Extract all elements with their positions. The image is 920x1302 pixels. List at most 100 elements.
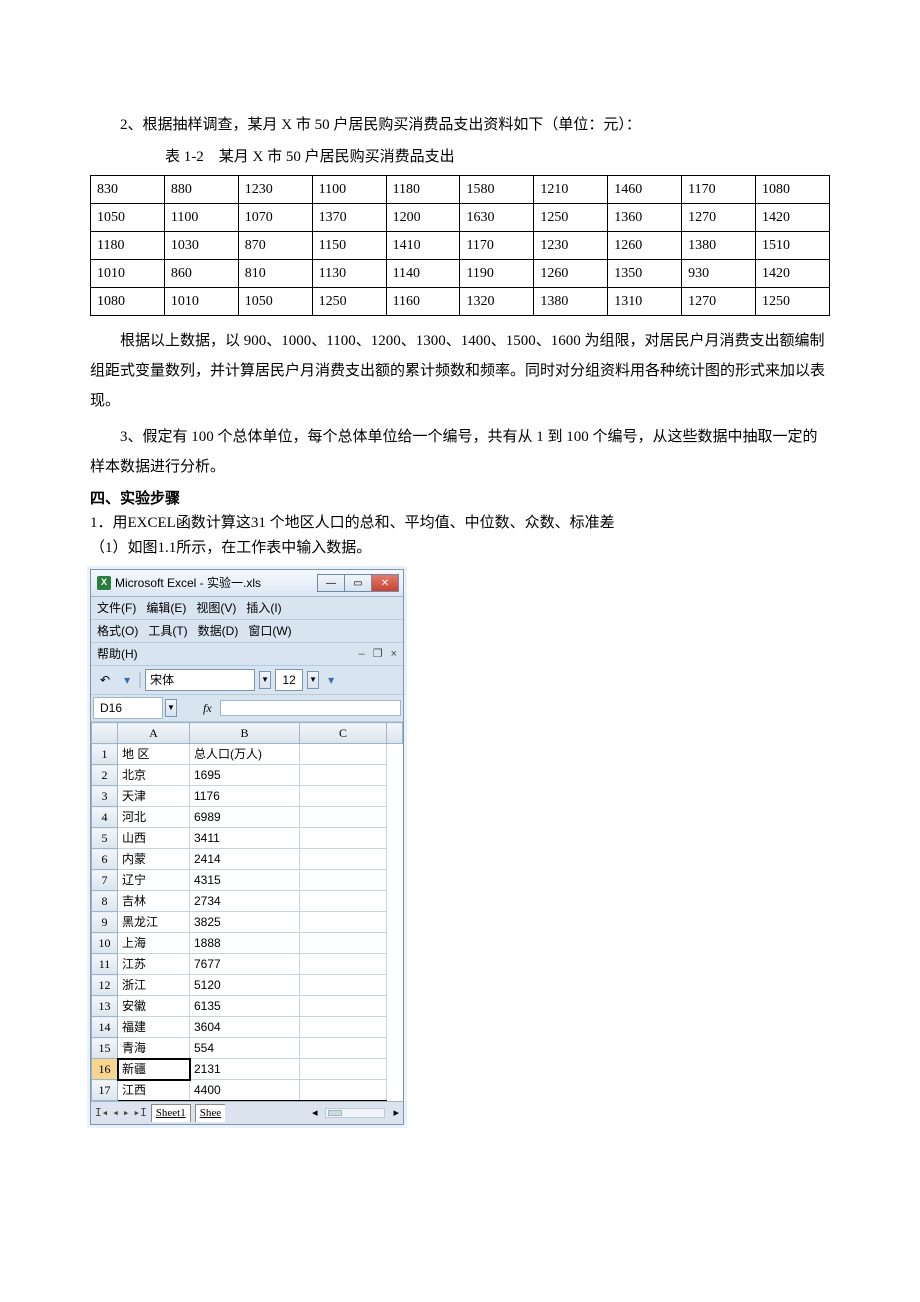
cell[interactable]: 天津 bbox=[118, 786, 190, 807]
cell[interactable]: 2131 bbox=[190, 1059, 300, 1080]
cell[interactable]: 山西 bbox=[118, 828, 190, 849]
row-header[interactable]: 5 bbox=[92, 828, 118, 849]
fx-label[interactable]: fx bbox=[177, 699, 218, 717]
cell[interactable] bbox=[300, 996, 387, 1017]
row-header[interactable]: 11 bbox=[92, 954, 118, 975]
menu-data[interactable]: 数据(D) bbox=[198, 622, 239, 640]
row-header[interactable]: 15 bbox=[92, 1038, 118, 1059]
cell[interactable]: 总人口(万人) bbox=[190, 744, 300, 765]
cell[interactable]: 江苏 bbox=[118, 954, 190, 975]
cell[interactable] bbox=[300, 765, 387, 786]
cell[interactable] bbox=[300, 786, 387, 807]
cell[interactable]: 黑龙江 bbox=[118, 912, 190, 933]
cell[interactable] bbox=[300, 933, 387, 954]
vertical-scrollbar[interactable] bbox=[387, 723, 403, 744]
doc-restore-icon[interactable]: ❐ bbox=[373, 646, 383, 663]
cell[interactable]: 4400 bbox=[190, 1080, 300, 1101]
cell[interactable]: 江西 bbox=[118, 1080, 190, 1101]
row-header[interactable]: 12 bbox=[92, 975, 118, 996]
font-size-select[interactable]: 12 bbox=[275, 669, 303, 691]
name-box[interactable]: D16 bbox=[93, 697, 163, 719]
row-header[interactable]: 4 bbox=[92, 807, 118, 828]
tab-nav-prev-icon[interactable]: ◂ bbox=[112, 1105, 119, 1122]
font-name-dropdown-icon[interactable]: ▼ bbox=[259, 671, 271, 689]
minimize-button[interactable]: — bbox=[317, 574, 345, 592]
cell[interactable]: 6135 bbox=[190, 996, 300, 1017]
cell[interactable]: 北京 bbox=[118, 765, 190, 786]
cell[interactable] bbox=[300, 870, 387, 891]
cell[interactable] bbox=[300, 954, 387, 975]
row-header[interactable]: 13 bbox=[92, 996, 118, 1017]
cell[interactable]: 5120 bbox=[190, 975, 300, 996]
cell[interactable]: 7677 bbox=[190, 954, 300, 975]
row-header[interactable]: 16 bbox=[92, 1059, 118, 1080]
sheet-tab-2[interactable]: Shee bbox=[195, 1104, 225, 1122]
menu-file[interactable]: 文件(F) bbox=[97, 599, 136, 617]
name-box-dropdown-icon[interactable]: ▼ bbox=[165, 699, 177, 717]
row-header[interactable]: 7 bbox=[92, 870, 118, 891]
font-size-dropdown-icon[interactable]: ▼ bbox=[307, 671, 319, 689]
undo-icon[interactable]: ↶ bbox=[95, 669, 115, 691]
hscroll-right-icon[interactable]: ▸ bbox=[393, 1105, 399, 1122]
row-header[interactable]: 9 bbox=[92, 912, 118, 933]
maximize-button[interactable]: ▭ bbox=[344, 574, 372, 592]
cell[interactable]: 新疆 bbox=[118, 1059, 190, 1080]
cell[interactable]: 4315 bbox=[190, 870, 300, 891]
menu-edit[interactable]: 编辑(E) bbox=[146, 599, 186, 617]
doc-minimize-icon[interactable]: – bbox=[359, 646, 365, 663]
row-header[interactable]: 2 bbox=[92, 765, 118, 786]
cell[interactable] bbox=[300, 828, 387, 849]
cell[interactable] bbox=[300, 807, 387, 828]
menu-view[interactable]: 视图(V) bbox=[196, 599, 236, 617]
cell[interactable] bbox=[300, 1059, 387, 1080]
cell[interactable]: 2414 bbox=[190, 849, 300, 870]
tab-nav-first-icon[interactable]: I◂ bbox=[95, 1105, 108, 1122]
row-header[interactable]: 14 bbox=[92, 1017, 118, 1038]
cell[interactable]: 1695 bbox=[190, 765, 300, 786]
close-button[interactable]: ✕ bbox=[371, 574, 399, 592]
col-header-c[interactable]: C bbox=[300, 723, 387, 744]
formula-bar[interactable] bbox=[220, 700, 401, 716]
cell[interactable]: 2734 bbox=[190, 891, 300, 912]
toolbar-options-icon[interactable]: ▾ bbox=[119, 669, 135, 691]
font-name-select[interactable]: 宋体 bbox=[145, 669, 255, 691]
worksheet-grid[interactable]: A B C 1地 区总人口(万人)2北京16953天津11764河北69895山… bbox=[91, 722, 403, 1101]
col-header-b[interactable]: B bbox=[190, 723, 300, 744]
sheet-tab-1[interactable]: Sheet1 bbox=[151, 1104, 191, 1122]
cell[interactable]: 1888 bbox=[190, 933, 300, 954]
cell[interactable] bbox=[300, 912, 387, 933]
cell[interactable] bbox=[300, 849, 387, 870]
cell[interactable]: 6989 bbox=[190, 807, 300, 828]
row-header[interactable]: 17 bbox=[92, 1080, 118, 1101]
row-header[interactable]: 8 bbox=[92, 891, 118, 912]
menu-tools[interactable]: 工具(T) bbox=[148, 622, 187, 640]
cell[interactable]: 辽宁 bbox=[118, 870, 190, 891]
cell[interactable] bbox=[300, 975, 387, 996]
cell[interactable]: 地 区 bbox=[118, 744, 190, 765]
cell[interactable]: 福建 bbox=[118, 1017, 190, 1038]
cell[interactable]: 1176 bbox=[190, 786, 300, 807]
doc-close-icon[interactable]: × bbox=[391, 646, 397, 663]
cell[interactable]: 河北 bbox=[118, 807, 190, 828]
cell[interactable]: 浙江 bbox=[118, 975, 190, 996]
cell[interactable] bbox=[300, 1080, 387, 1101]
cell[interactable] bbox=[300, 1038, 387, 1059]
menu-insert[interactable]: 插入(I) bbox=[246, 599, 281, 617]
cell[interactable] bbox=[300, 891, 387, 912]
horizontal-scrollbar[interactable]: ◂ ▸ bbox=[229, 1105, 399, 1122]
cell[interactable] bbox=[300, 744, 387, 765]
cell[interactable]: 内蒙 bbox=[118, 849, 190, 870]
cell[interactable] bbox=[300, 1017, 387, 1038]
row-header[interactable]: 1 bbox=[92, 744, 118, 765]
cell[interactable]: 安徽 bbox=[118, 996, 190, 1017]
row-header[interactable]: 6 bbox=[92, 849, 118, 870]
menu-window[interactable]: 窗口(W) bbox=[248, 622, 291, 640]
cell[interactable]: 3604 bbox=[190, 1017, 300, 1038]
cell[interactable]: 吉林 bbox=[118, 891, 190, 912]
col-header-a[interactable]: A bbox=[118, 723, 190, 744]
row-header[interactable]: 10 bbox=[92, 933, 118, 954]
cell[interactable]: 上海 bbox=[118, 933, 190, 954]
menu-help[interactable]: 帮助(H) bbox=[97, 645, 359, 663]
cell[interactable]: 554 bbox=[190, 1038, 300, 1059]
tab-nav-last-icon[interactable]: ▸I bbox=[134, 1105, 147, 1122]
